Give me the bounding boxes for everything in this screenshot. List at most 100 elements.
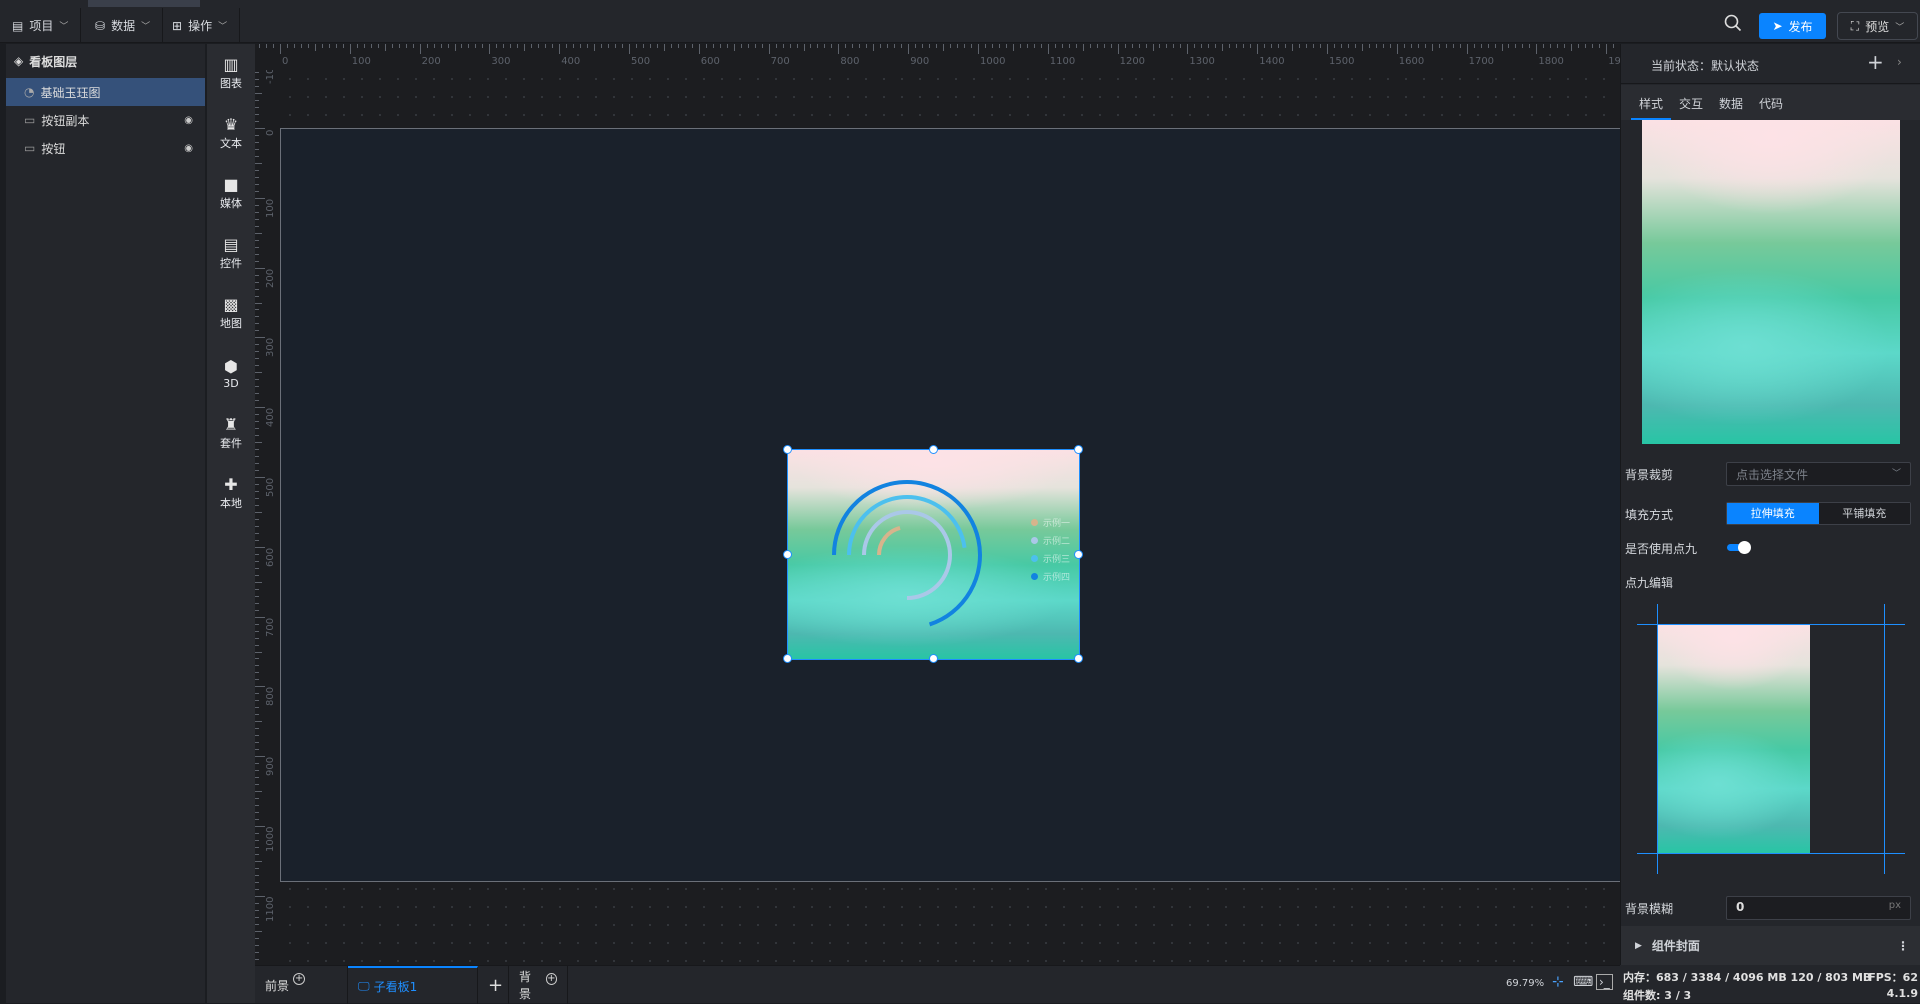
add-circle-icon[interactable]: + (545, 973, 557, 985)
ruler-tick (349, 44, 351, 54)
jade-ring-chart-widget[interactable]: 示例一示例二示例三示例四 (783, 445, 1083, 663)
publish-button[interactable]: ➤ 发布 (1759, 13, 1826, 39)
blur-unit: px (1888, 900, 1901, 911)
ninepatch-editor[interactable] (1637, 604, 1905, 894)
tool-crown-text[interactable]: ♛ 文本 (207, 104, 255, 164)
resize-handle[interactable] (1074, 445, 1083, 454)
terminal-icon[interactable]: ›_ (1596, 974, 1613, 990)
resize-handle[interactable] (1074, 654, 1083, 663)
ruler-tick (531, 44, 533, 48)
tab-subboard[interactable]: 🖵 子看板1 (348, 966, 478, 1004)
resize-handle[interactable] (928, 654, 938, 663)
ruler-tick (1564, 44, 1566, 48)
tab-style[interactable]: 样式 (1631, 85, 1672, 120)
menu-data[interactable]: ⛁ 数据 ﹀ (83, 8, 164, 43)
eye-hidden-icon[interactable]: ◉ (184, 143, 193, 154)
legend-item[interactable]: 示例三 (1031, 552, 1070, 565)
legend-item[interactable]: 示例四 (1031, 570, 1070, 583)
ruler-tick (1243, 44, 1245, 48)
horizontal-ruler[interactable]: 0 100 200 300 400 500 600 700 800 900 1000 1100 1200… (255, 44, 1620, 70)
search-icon[interactable] (1724, 14, 1742, 32)
tool-bar-chart[interactable]: ▥ 图表 (207, 44, 255, 104)
background-image-preview[interactable] (1642, 120, 1900, 444)
ruler-tick (255, 107, 259, 109)
ruler-tick (545, 44, 547, 48)
ruler-tick (796, 44, 798, 48)
ruler-label: -100 (265, 70, 276, 85)
ruler-tick (608, 44, 610, 48)
tool-puzzle[interactable]: ✚ 本地 (207, 464, 255, 524)
ruler-tick (255, 574, 259, 576)
chevron-right-icon[interactable]: › (1897, 55, 1902, 69)
ruler-tick (943, 44, 945, 51)
tool-shirt[interactable]: ♜ 套件 (207, 404, 255, 464)
ruler-tick (1173, 44, 1175, 48)
add-state-icon[interactable]: + (1867, 50, 1884, 74)
layer-item-button[interactable]: ▭ 按钮 ◉ (6, 134, 205, 162)
vertical-ruler[interactable]: -100 0 100 200 300 400 500 600 700 800 900 1000 1100 (255, 70, 281, 965)
tool-cube[interactable]: ⬢ 3D (207, 344, 255, 404)
eye-hidden-icon[interactable]: ◉ (184, 115, 193, 126)
resize-handle[interactable] (783, 654, 792, 663)
ruler-tick (426, 44, 428, 48)
resize-handle[interactable] (1074, 549, 1083, 559)
ruler-tick (719, 44, 721, 48)
fill-stretch-option[interactable]: 拉伸填充 (1727, 503, 1819, 524)
ninepatch-guide-right[interactable] (1884, 604, 1885, 874)
ruler-tick (1145, 44, 1147, 48)
layer-item-jade-chart[interactable]: ◔ 基础玉珏图 (6, 78, 205, 106)
legend-item[interactable]: 示例二 (1031, 534, 1070, 547)
menu-operations[interactable]: ⊞ 操作 ﹀ (160, 8, 241, 43)
ruler-tick (255, 777, 259, 779)
fill-tile-option[interactable]: 平铺填充 (1818, 503, 1910, 524)
ruler-label: 600 (700, 56, 720, 67)
caret-right-icon: ▶ (1635, 940, 1642, 951)
ruler-tick (468, 44, 470, 48)
tool-camera[interactable]: ■ 媒体 (207, 164, 255, 224)
add-circle-icon[interactable]: + (293, 973, 306, 985)
layer-label: 基础玉珏图 (40, 85, 101, 100)
more-vertical-icon[interactable]: ⋮ (1897, 939, 1909, 953)
zoom-level[interactable]: 69.79% (1506, 978, 1544, 989)
resize-handle[interactable] (783, 549, 792, 559)
tab-data[interactable]: 数据 (1711, 85, 1751, 120)
fit-screen-icon[interactable]: ⊹ (1552, 974, 1564, 990)
legend-item[interactable]: 示例一 (1031, 516, 1070, 529)
tab-foreground[interactable]: 前景 + (255, 966, 348, 1004)
ruler-tick (1501, 44, 1503, 51)
ruler-tick (1299, 44, 1301, 48)
ruler-tick (255, 344, 259, 346)
current-state[interactable]: 当前状态：默认状态 (1651, 57, 1759, 74)
bg-blur-input[interactable]: 0 px (1726, 896, 1911, 920)
ninepatch-switch[interactable] (1727, 541, 1751, 554)
ruler-tick (1466, 44, 1468, 54)
ruler-tick (255, 721, 262, 723)
tool-map[interactable]: ▩ 地图 (207, 284, 255, 344)
ruler-tick (747, 44, 749, 48)
resize-handle[interactable] (928, 445, 938, 454)
tab-background[interactable]: 背景 + (509, 966, 568, 1004)
menu-project[interactable]: ▤ 项目 ﹀ (0, 8, 82, 43)
ruler-tick (1417, 44, 1419, 48)
bottom-tabbar: 前景 + 🖵 子看板1 + 背景 + 69.79% ⊹ ⌨ ›_ (255, 965, 1620, 1004)
ruler-label: 200 (265, 268, 276, 288)
ninepatch-guide-left[interactable] (1657, 604, 1658, 874)
tab-interaction[interactable]: 交互 (1671, 85, 1711, 120)
ruler-tick (255, 909, 259, 911)
tool-widget[interactable]: ▤ 控件 (207, 224, 255, 284)
ruler-tick (1292, 44, 1294, 51)
layer-item-button-copy[interactable]: ▭ 按钮副本 ◉ (6, 106, 205, 134)
ruler-tick (255, 839, 259, 841)
cover-section-header[interactable]: ▶ 组件封面 ⋮ (1621, 926, 1920, 965)
ninepatch-guide-bottom[interactable] (1637, 853, 1905, 854)
bg-crop-select[interactable]: 点击选择文件 ﹀ (1726, 462, 1911, 486)
resize-handle[interactable] (783, 445, 792, 454)
keyboard-icon[interactable]: ⌨ (1573, 974, 1593, 990)
cube-icon: ⬢ (224, 356, 238, 376)
ruler-label: 1600 (1398, 56, 1425, 67)
preview-button[interactable]: ⛶ 预览 ﹀ (1837, 12, 1918, 40)
ruler-label: 1700 (1468, 56, 1495, 67)
add-tab-button[interactable]: + (478, 966, 509, 1004)
ninepatch-guide-top[interactable] (1637, 624, 1905, 625)
tab-code[interactable]: 代码 (1751, 85, 1791, 120)
